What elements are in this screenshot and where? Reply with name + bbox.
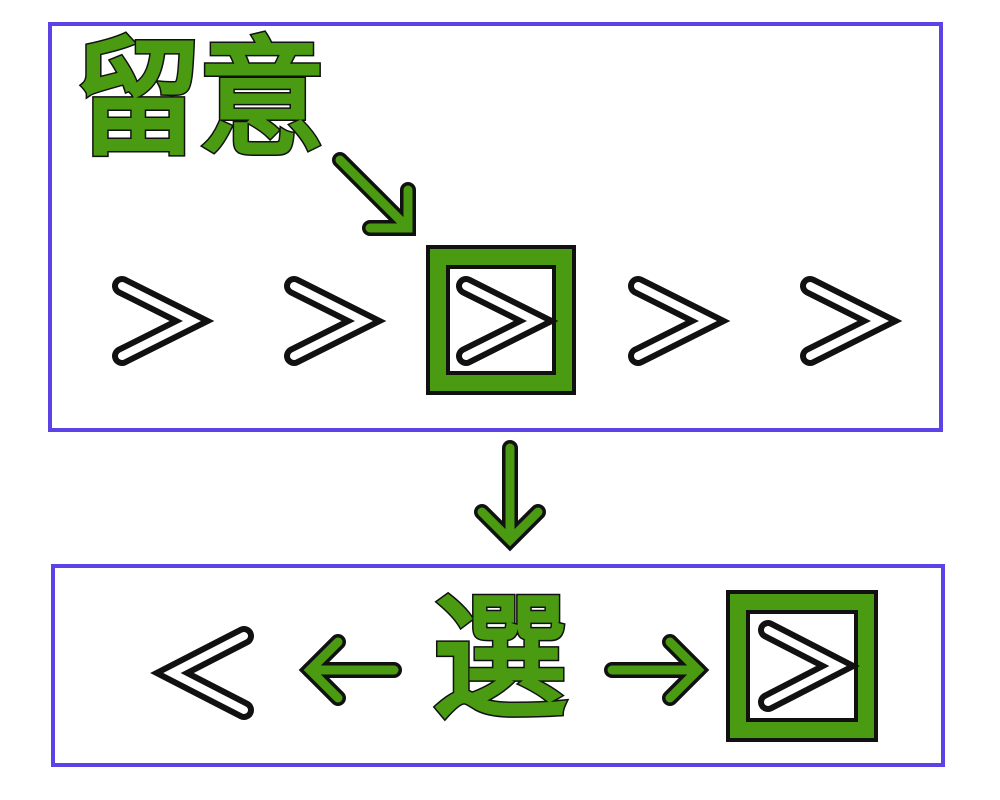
- chevron-right-icon: [628, 276, 731, 366]
- arrow-left-icon: [298, 634, 402, 706]
- chevron-right-icon: [112, 276, 215, 366]
- chevron-right-icon: [758, 620, 860, 712]
- chevron-right-icon: [456, 276, 559, 366]
- arrow-down-icon: [474, 440, 546, 552]
- chevron-right-icon: [800, 276, 903, 366]
- arrow-down-right-icon: [332, 152, 416, 236]
- attention-label: 留意: [72, 25, 327, 174]
- arrow-right-icon: [604, 634, 710, 706]
- chevron-right-icon: [284, 276, 387, 366]
- select-label: 選: [431, 581, 570, 739]
- chevron-left-icon: [150, 626, 254, 720]
